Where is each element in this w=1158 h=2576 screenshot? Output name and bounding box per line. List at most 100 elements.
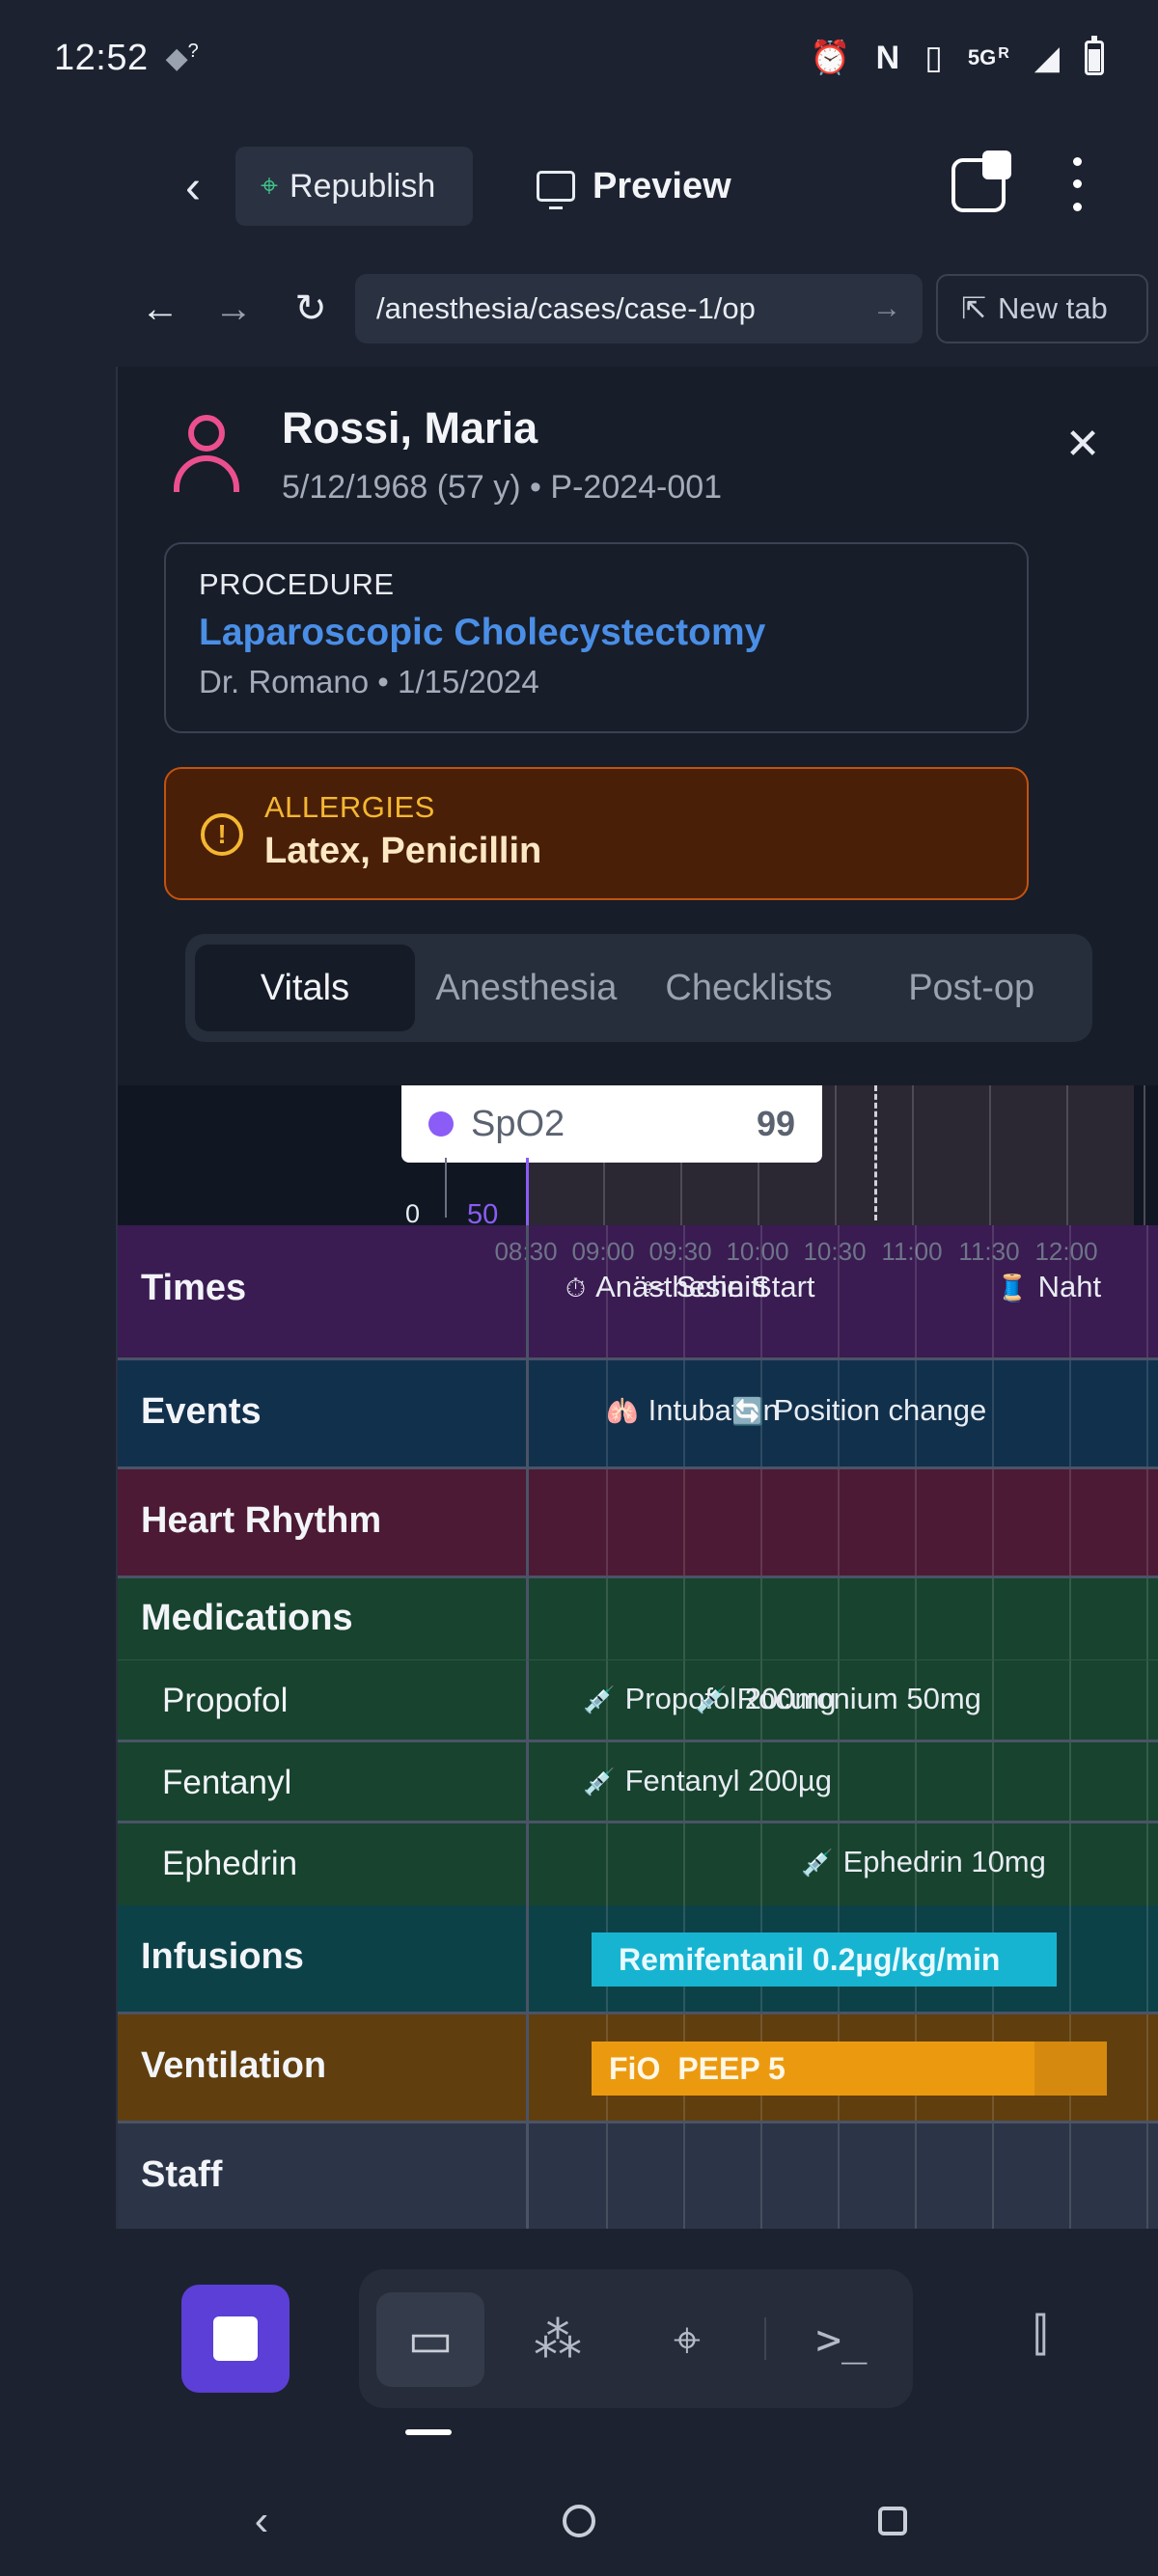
grid-line (683, 1469, 685, 1576)
procedure-card: PROCEDURE Laparoscopic Cholecystectomy D… (164, 542, 1029, 733)
procedure-details: Dr. Romano • 1/15/2024 (199, 664, 539, 699)
desktop-icon[interactable]: ▭ (376, 2292, 484, 2387)
dock-separator (764, 2317, 766, 2360)
url-input[interactable]: /anesthesia/cases/case-1/op → (355, 274, 923, 343)
grid-line (992, 1469, 994, 1576)
spo2-legend-dot (428, 1111, 454, 1137)
event-incision[interactable]: ✂ Schnitt (645, 1270, 767, 1304)
dose-fentanyl[interactable]: 💉 Fentanyl 200µg (583, 1764, 832, 1798)
browser-back-icon[interactable]: ← (131, 280, 189, 338)
tab-post-op[interactable]: Post-op (860, 945, 1083, 1031)
left-axis (445, 1158, 447, 1218)
staff-lane[interactable] (526, 2124, 1148, 2229)
web-viewport: Rossi, Maria 5/12/1968 (57 y) • P-2024-0… (116, 367, 1158, 2229)
grid-line (1146, 1225, 1148, 1357)
grid-line (606, 2124, 608, 2229)
new-tab-button[interactable]: ⇱ New tab (936, 274, 1148, 343)
system-home-button[interactable] (545, 2487, 613, 2555)
tabs-icon[interactable] (951, 151, 1011, 212)
tooltip-value: 99 (756, 1104, 795, 1143)
grid-line (835, 1085, 837, 1225)
apps-icon[interactable]: ⁂ (504, 2292, 612, 2387)
broadcast-icon: ⌖ (261, 168, 279, 203)
tab-anesthesia[interactable]: Anesthesia (415, 945, 638, 1031)
system-back-icon[interactable]: ‹ (228, 2487, 295, 2555)
grid-line (760, 2124, 762, 2229)
syringe-icon: 💉 (583, 1685, 616, 1714)
alert-icon: ! (201, 813, 243, 856)
medications-lane[interactable] (526, 1578, 1148, 1659)
grid-line (1069, 1360, 1071, 1466)
grid-line (915, 1225, 917, 1357)
tab-checklists[interactable]: Checklists (638, 945, 861, 1031)
infusions-label: Infusions (141, 1936, 304, 1977)
times-lane[interactable]: ⏱ Anästhesie Start ✂ Schnitt 🧵 Naht (526, 1225, 1148, 1357)
tooltip-series: SpO2 (471, 1103, 565, 1144)
grid-line (838, 1742, 840, 1821)
grid-line (760, 1578, 762, 1659)
stop-button[interactable] (181, 2285, 290, 2393)
republish-button[interactable]: ⌖ Republish (235, 147, 473, 226)
preview-button[interactable]: Preview (537, 147, 731, 226)
repeat-icon: 🔄 (731, 1397, 764, 1426)
lungs-icon: 🫁 (606, 1397, 639, 1426)
grid-line (838, 1469, 840, 1576)
dock-group: ▭ ⁂ ⌖ >_ (359, 2269, 913, 2408)
side-panel-icon[interactable]: ⫿ (1002, 2292, 1079, 2379)
browser-bar: ← → ↻ /anesthesia/cases/case-1/op → ⇱ Ne… (116, 260, 1158, 357)
events-lane[interactable]: 🫁 Intubation 🔄 Position change (526, 1360, 1148, 1466)
patient-panel: Rossi, Maria 5/12/1968 (57 y) • P-2024-0… (118, 367, 1158, 1085)
recents-icon (878, 2507, 907, 2535)
grid-line (1146, 1469, 1148, 1576)
grid-line (1146, 1578, 1148, 1659)
vitals-tooltip: SpO2 99 (401, 1085, 822, 1163)
grid-line (606, 1469, 608, 1576)
grid-line (989, 1085, 991, 1225)
wifi-badge: ? (187, 41, 199, 62)
broadcast-icon[interactable]: ⌖ (633, 2292, 741, 2387)
system-recents-button[interactable] (859, 2487, 926, 2555)
reload-icon[interactable]: ↻ (282, 280, 340, 338)
infusions-row: Infusions Remifentanil 0.2µg/kg/min (118, 1905, 1158, 2014)
fentanyl-lane[interactable]: 💉 Fentanyl 200µg (526, 1742, 1148, 1821)
grid-line (992, 1225, 994, 1357)
grid-line (992, 1578, 994, 1659)
grid-line (838, 2124, 840, 2229)
infusion-bar-remifentanil[interactable]: Remifentanil 0.2µg/kg/min (592, 1932, 1057, 1987)
grid-line (992, 1360, 994, 1466)
dose-ephedrin[interactable]: 💉 Ephedrin 10mg (801, 1845, 1046, 1879)
go-arrow-icon[interactable]: → (872, 292, 901, 325)
more-menu-icon[interactable] (1060, 151, 1094, 218)
heart-rhythm-lane[interactable] (526, 1469, 1148, 1576)
staff-label: Staff (141, 2154, 223, 2195)
grid-line (992, 1660, 994, 1740)
dose-rocuronium[interactable]: 💉 Rocuronium 50mg (695, 1682, 981, 1716)
ephedrin-lane[interactable]: 💉 Ephedrin 10mg (526, 1823, 1148, 1905)
ventilation-bar-peep: PEEP 5 (677, 2050, 786, 2086)
alarm-icon: ⏰ (810, 40, 851, 76)
event-position-change[interactable]: 🔄 Position change (731, 1393, 986, 1428)
grid-line (683, 1823, 685, 1905)
event-closure[interactable]: 🧵 Naht (996, 1270, 1101, 1304)
medications-label: Medications (141, 1598, 353, 1638)
close-icon[interactable]: ✕ (1059, 420, 1107, 468)
home-icon (563, 2505, 595, 2537)
ventilation-bar[interactable]: FiO PEEP 5 (592, 2042, 1107, 2096)
infusions-lane[interactable]: Remifentanil 0.2µg/kg/min (526, 1905, 1148, 2012)
back-button[interactable]: ‹ (164, 158, 222, 216)
syringe-icon: 💉 (695, 1685, 728, 1714)
propofol-lane[interactable]: 💉 Propofol 200mg 💉 Rocuronium 50mg (526, 1660, 1148, 1740)
terminal-icon[interactable]: >_ (787, 2292, 896, 2387)
section-tabs: Vitals Anesthesia Checklists Post-op (185, 934, 1092, 1042)
events-label: Events (141, 1391, 262, 1432)
allergies-label: ALLERGIES (264, 790, 435, 824)
ventilation-lane[interactable]: FiO PEEP 5 (526, 2014, 1148, 2121)
preview-label: Preview (593, 165, 731, 206)
grid-line (760, 1823, 762, 1905)
grid-line (1069, 1578, 1071, 1659)
drug-name-ephedrin: Ephedrin (162, 1845, 298, 1882)
browser-forward-icon[interactable]: → (205, 280, 262, 338)
signal-icon: ◢ (1034, 40, 1060, 76)
grid-line (1069, 1742, 1071, 1821)
tab-vitals[interactable]: Vitals (195, 945, 415, 1031)
